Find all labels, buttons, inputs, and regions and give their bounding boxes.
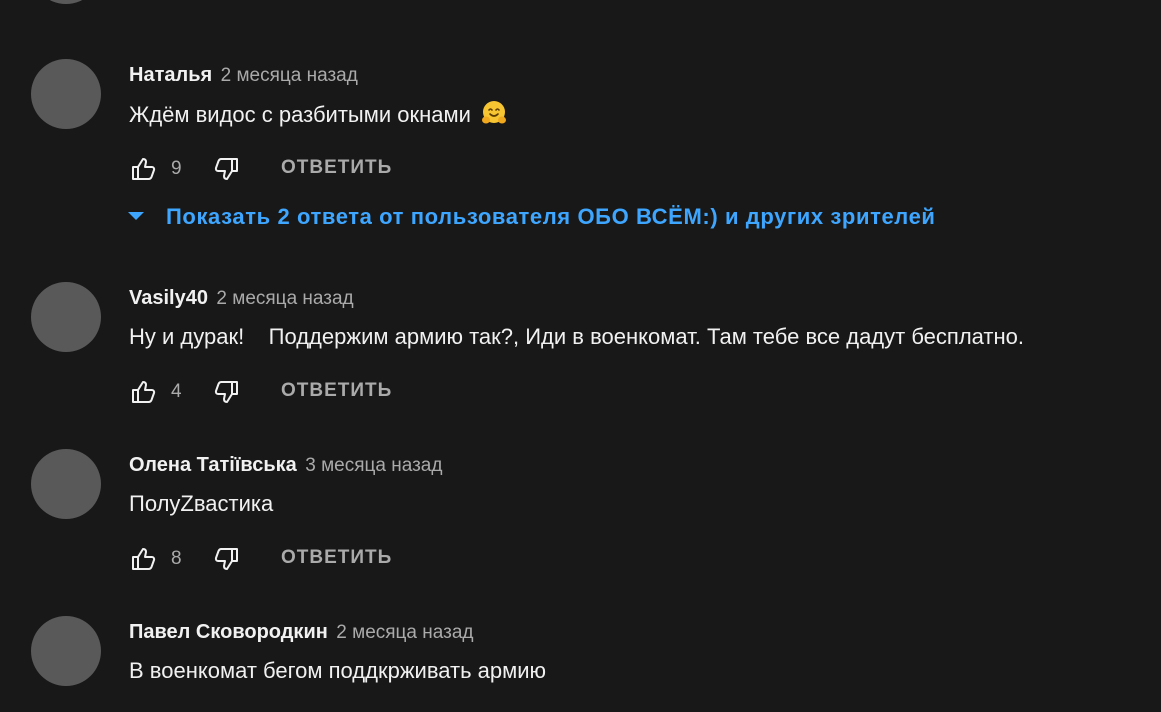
comment-author[interactable]: Vasily40 — [129, 287, 208, 309]
show-replies-button[interactable]: Показать 2 ответа от пользователя ОБО ВС… — [128, 203, 936, 231]
avatar[interactable] — [31, 59, 101, 129]
reply-button[interactable]: ОТВЕТИТЬ — [281, 547, 392, 569]
like-count: 4 — [171, 381, 182, 402]
avatar[interactable] — [31, 0, 101, 4]
reply-button[interactable]: ОТВЕТИТЬ — [281, 157, 392, 179]
comment-time[interactable]: 2 месяца назад — [221, 65, 358, 86]
like-count: 8 — [171, 548, 182, 569]
comment-header: Наталья 2 месяца назад — [129, 63, 358, 89]
comment-time[interactable]: 2 месяца назад — [216, 288, 353, 309]
comment-actions: 9 ОТВЕТИТЬ — [129, 154, 529, 184]
comments-section: Наталья 2 месяца назад Ждём видос с разб… — [0, 0, 1161, 712]
comment-text: Ждём видос с разбитыми окнами — [129, 100, 507, 129]
comment-actions: 8 ОТВЕТИТЬ — [129, 544, 529, 574]
hugging-face-icon — [481, 100, 507, 126]
comment-time[interactable]: 3 месяца назад — [305, 455, 442, 476]
comment-author[interactable]: Павел Сковородкин — [129, 621, 328, 643]
dislike-button[interactable] — [211, 377, 241, 407]
like-button[interactable] — [129, 544, 159, 574]
avatar[interactable] — [31, 616, 101, 686]
comment-text: ПолуZвастика — [129, 491, 274, 516]
comment-header: Олена Татіївська 3 месяца назад — [129, 453, 442, 479]
comment-text-content: Ждём видос с разбитыми окнами — [129, 102, 471, 127]
like-button[interactable] — [129, 154, 159, 184]
thumbs-up-icon — [129, 377, 159, 407]
show-replies-label: Показать 2 ответа от пользователя ОБО ВС… — [166, 204, 936, 229]
caret-down-icon — [128, 212, 144, 220]
thumbs-up-icon — [129, 154, 159, 184]
comment-author[interactable]: Олена Татіївська — [129, 454, 297, 476]
thumbs-down-icon — [211, 377, 241, 407]
comment-text: В военкомат бегом поддкрживать армию — [129, 658, 547, 683]
comment-header: Vasily40 2 месяца назад — [129, 286, 354, 312]
comment-time[interactable]: 2 месяца назад — [336, 622, 473, 643]
thumbs-down-icon — [211, 154, 241, 184]
comment-author[interactable]: Наталья — [129, 64, 212, 86]
like-button[interactable] — [129, 377, 159, 407]
comment-text: Ну и дурак! Поддержим армию так?, Иди в … — [129, 324, 1024, 349]
comment-header: Павел Сковородкин 2 месяца назад — [129, 620, 473, 646]
dislike-button[interactable] — [211, 544, 241, 574]
like-count: 9 — [171, 158, 182, 179]
thumbs-down-icon — [211, 544, 241, 574]
dislike-button[interactable] — [211, 154, 241, 184]
comment-actions: 4 ОТВЕТИТЬ — [129, 377, 529, 407]
thumbs-up-icon — [129, 544, 159, 574]
reply-button[interactable]: ОТВЕТИТЬ — [281, 380, 392, 402]
avatar[interactable] — [31, 449, 101, 519]
avatar[interactable] — [31, 282, 101, 352]
